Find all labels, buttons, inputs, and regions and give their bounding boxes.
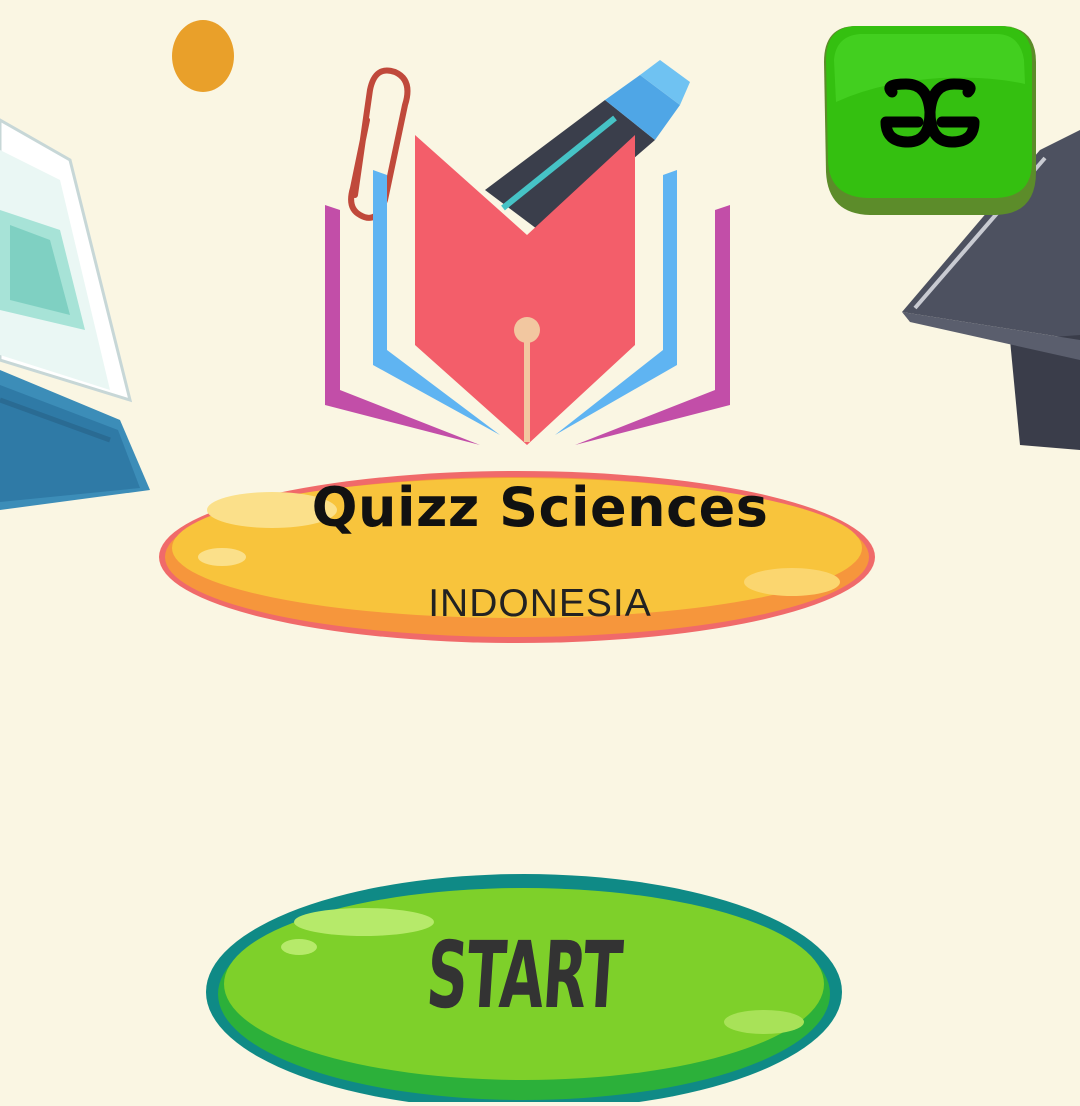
title-banner <box>152 462 882 652</box>
start-button[interactable] <box>204 862 844 1106</box>
orange-dot-decoration <box>172 20 234 92</box>
book-pen-logo-icon <box>305 60 735 460</box>
textbook-icon <box>0 90 160 510</box>
gg-logo-badge[interactable] <box>820 22 1040 218</box>
